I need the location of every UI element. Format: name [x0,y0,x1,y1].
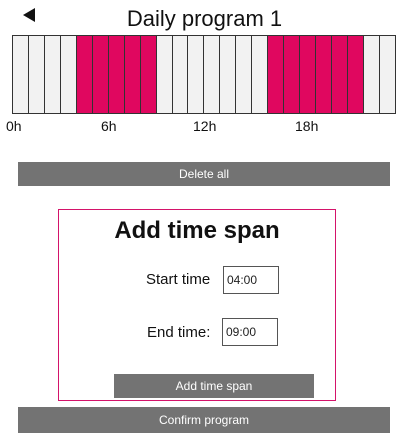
hour-slot-21[interactable] [348,36,364,113]
hour-slot-9[interactable] [156,36,173,113]
hour-label-12: 12h [193,118,217,134]
hour-slot-6[interactable] [108,36,125,113]
hour-slot-2[interactable] [44,36,61,113]
hour-slot-8[interactable] [140,36,157,113]
add-time-span-panel: Add time span Start time End time: Add t… [58,209,336,401]
hour-slot-23[interactable] [379,36,396,113]
hour-label-6: 6h [101,118,117,134]
hour-slot-22[interactable] [363,36,380,113]
hour-slot-12[interactable] [204,36,221,113]
page-title: Daily program 1 [126,6,283,31]
panel-title: Add time span [114,217,280,244]
hour-slot-1[interactable] [28,36,45,113]
hour-slot-20[interactable] [332,36,349,113]
add-time-span-button[interactable]: Add time span [114,374,314,398]
hour-slot-18[interactable] [300,36,317,113]
hour-slot-10[interactable] [172,36,189,113]
start-time-label: Start time [146,271,211,288]
hour-slot-4[interactable] [76,36,93,113]
hour-slot-11[interactable] [188,36,205,113]
hour-slot-0[interactable] [13,36,29,113]
start-time-input[interactable] [223,266,279,294]
end-time-label: End time: [147,324,211,341]
delete-all-button[interactable]: Delete all [18,162,390,186]
hour-slot-16[interactable] [268,36,285,113]
confirm-program-button[interactable]: Confirm program [18,407,390,433]
end-time-input[interactable] [222,318,278,346]
hour-slot-15[interactable] [252,36,269,113]
day-timeline[interactable] [12,35,396,114]
hour-slot-3[interactable] [60,36,77,113]
hour-label-0: 0h [6,118,22,134]
hour-slot-13[interactable] [220,36,237,113]
hour-slot-7[interactable] [124,36,141,113]
hour-slot-5[interactable] [92,36,109,113]
hour-slot-17[interactable] [284,36,301,113]
hour-slot-14[interactable] [236,36,253,113]
hour-label-18: 18h [295,118,319,134]
hour-slot-19[interactable] [316,36,333,113]
